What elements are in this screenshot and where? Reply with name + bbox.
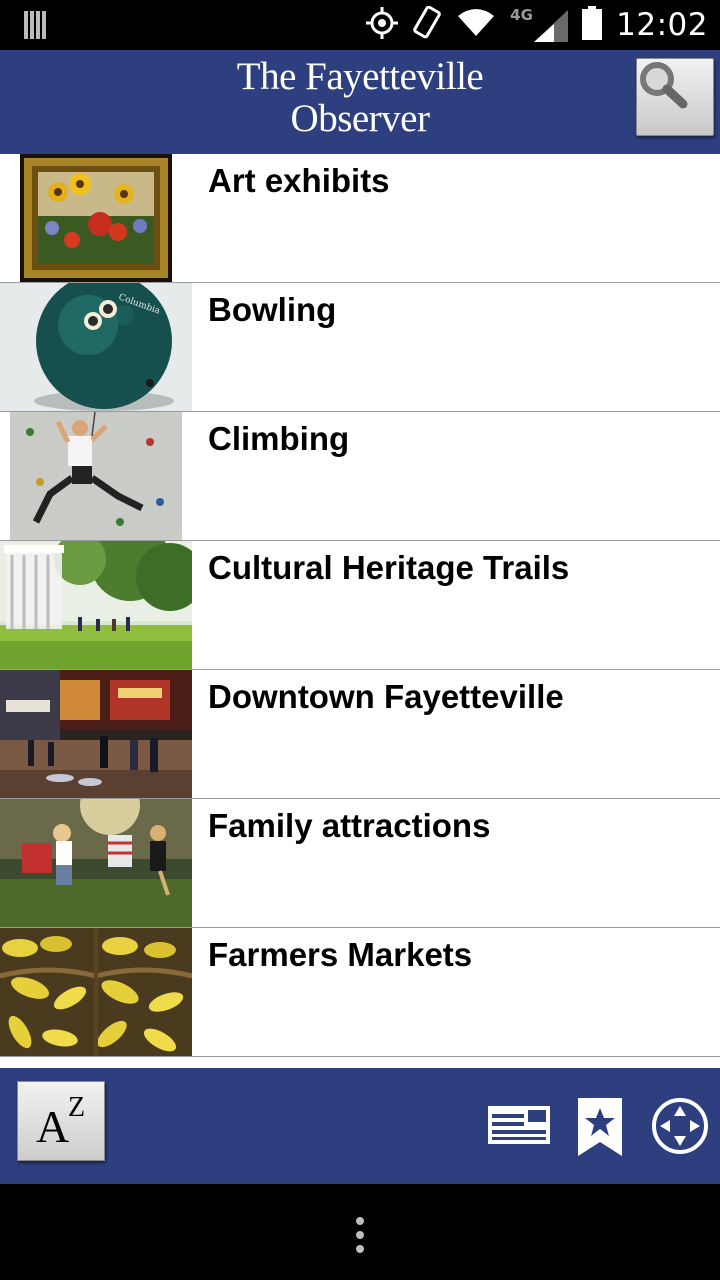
- list-item[interactable]: Cultural Heritage Trails: [0, 541, 720, 670]
- compass-icon[interactable]: [650, 1096, 710, 1161]
- app-logo: The Fayetteville Observer: [0, 56, 720, 140]
- attractions-list: Art exhibits Columbia Bowling Climbing C…: [0, 154, 720, 1066]
- logo-line-2: Observer: [290, 97, 430, 140]
- list-item-label: Family attractions: [208, 807, 491, 844]
- clock: 12:02: [616, 7, 708, 43]
- az-letter-a: A: [36, 1101, 70, 1152]
- list-item[interactable]: Art exhibits: [0, 154, 720, 283]
- az-letter-z: Z: [68, 1092, 86, 1123]
- signal-icon: 4G: [510, 6, 569, 42]
- list-item[interactable]: Family attractions: [0, 799, 720, 928]
- cultural-heritage-trails-thumbnail: [0, 541, 192, 669]
- bowling-thumbnail: Columbia: [0, 283, 192, 411]
- list-item-label: Bowling: [208, 291, 337, 328]
- downtown-fayetteville-thumbnail: [0, 670, 192, 798]
- list-item-label: Downtown Fayetteville: [208, 678, 564, 715]
- status-bar: 4G 12:02: [0, 0, 720, 50]
- search-button[interactable]: [636, 58, 714, 136]
- barcode-icon: [24, 11, 48, 44]
- overflow-menu-icon[interactable]: [355, 1217, 365, 1253]
- art-exhibits-thumbnail: [0, 154, 192, 282]
- system-navigation-bar: [0, 1184, 720, 1280]
- logo-line-1: The Fayetteville: [236, 55, 484, 98]
- battery-icon: [582, 5, 603, 45]
- list-item[interactable]: Columbia Bowling: [0, 283, 720, 412]
- list-item-label: Cultural Heritage Trails: [208, 549, 570, 586]
- climbing-thumbnail: [0, 412, 192, 540]
- rotate-icon: [412, 5, 442, 45]
- list-item[interactable]: Climbing: [0, 412, 720, 541]
- gps-icon: [366, 6, 399, 44]
- bookmark-star-icon[interactable]: [578, 1098, 622, 1161]
- list-item-label: Climbing: [208, 420, 350, 457]
- list-item-label: Art exhibits: [208, 162, 390, 199]
- app-header: The Fayetteville Observer: [0, 50, 720, 154]
- list-item[interactable]: Downtown Fayetteville: [0, 670, 720, 799]
- family-attractions-thumbnail: [0, 799, 192, 927]
- az-sort-button[interactable]: A Z: [17, 1081, 105, 1161]
- list-item[interactable]: Farmers Markets: [0, 928, 720, 1057]
- farmers-markets-thumbnail: [0, 928, 192, 1056]
- bottom-toolbar: A Z: [0, 1068, 720, 1184]
- wifi-icon: [456, 8, 496, 43]
- list-item-label: Farmers Markets: [208, 936, 473, 973]
- newspaper-icon[interactable]: [488, 1106, 550, 1151]
